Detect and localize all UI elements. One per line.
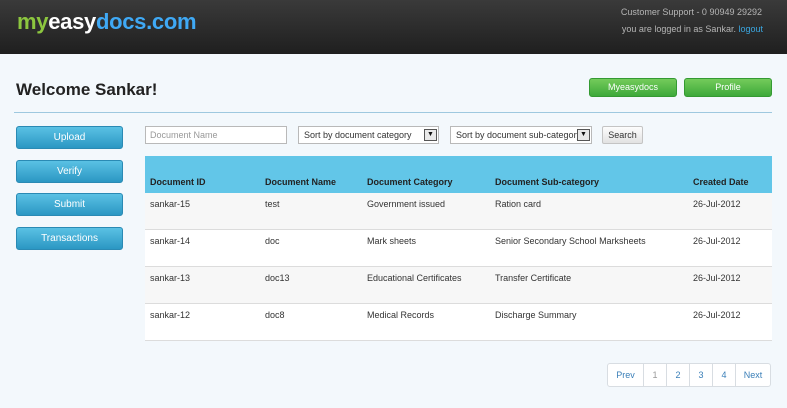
table-row[interactable]: sankar-15 test Government issued Ration …: [145, 193, 772, 230]
pagination-page-1[interactable]: 1: [643, 364, 666, 386]
column-header: Document Name: [265, 177, 337, 187]
cell-document-subcategory: Ration card: [495, 199, 542, 209]
logout-link[interactable]: logout: [738, 24, 763, 34]
logo-part-my: my: [17, 9, 49, 34]
column-header: Created Date: [693, 177, 749, 187]
site-logo[interactable]: myeasydocs.com: [17, 9, 197, 35]
customer-support-text: Customer Support - 0 90949 29292: [620, 7, 762, 17]
cell-created-date: 26-Jul-2012: [693, 310, 741, 320]
category-select[interactable]: Sort by document category ▼: [298, 126, 439, 144]
pagination: Prev 1 2 3 4 Next: [607, 363, 771, 387]
cell-document-category: Educational Certificates: [367, 273, 462, 283]
table-row[interactable]: sankar-14 doc Mark sheets Senior Seconda…: [145, 230, 772, 267]
table-row[interactable]: sankar-12 doc8 Medical Records Discharge…: [145, 304, 772, 341]
top-bar: myeasydocs.com Customer Support - 0 9094…: [0, 0, 787, 54]
logged-in-text: you are logged in as Sankar.: [621, 24, 736, 34]
pagination-page-4[interactable]: 4: [712, 364, 735, 386]
cell-document-id: sankar-13: [150, 273, 191, 283]
submit-button[interactable]: Submit: [16, 193, 123, 216]
cell-document-id: sankar-14: [150, 236, 191, 246]
subcategory-select[interactable]: Sort by document sub-category ▼: [450, 126, 592, 144]
table-header: Document ID Document Name Document Categ…: [145, 156, 772, 193]
upload-button[interactable]: Upload: [16, 126, 123, 149]
transactions-button[interactable]: Transactions: [16, 227, 123, 250]
cell-document-id: sankar-12: [150, 310, 191, 320]
cell-document-subcategory: Discharge Summary: [495, 310, 577, 320]
column-header: Document Sub-category: [495, 177, 600, 187]
page-title: Welcome Sankar!: [16, 80, 158, 99]
cell-document-category: Mark sheets: [367, 236, 417, 246]
dropdown-arrow-icon: ▼: [424, 129, 437, 141]
profile-button[interactable]: Profile: [684, 78, 772, 97]
header-divider: [14, 112, 772, 113]
table-body: sankar-15 test Government issued Ration …: [145, 193, 772, 341]
cell-document-name: doc: [265, 236, 280, 246]
pagination-page-3[interactable]: 3: [689, 364, 712, 386]
document-name-field: [145, 126, 287, 144]
cell-document-subcategory: Senior Secondary School Marksheets: [495, 236, 646, 246]
pagination-page-2[interactable]: 2: [666, 364, 689, 386]
myeasydocs-button[interactable]: Myeasydocs: [589, 78, 677, 97]
column-header: Document Category: [367, 177, 453, 187]
document-name-input[interactable]: [146, 127, 286, 143]
cell-created-date: 26-Jul-2012: [693, 199, 741, 209]
subcategory-select-value: Sort by document sub-category: [456, 130, 582, 140]
documents-table: Document ID Document Name Document Categ…: [145, 156, 772, 341]
cell-document-subcategory: Transfer Certificate: [495, 273, 572, 283]
category-select-value: Sort by document category: [304, 130, 412, 140]
dropdown-arrow-icon: ▼: [577, 129, 590, 141]
search-button[interactable]: Search: [602, 126, 643, 144]
pagination-next[interactable]: Next: [735, 364, 770, 386]
cell-document-name: test: [265, 199, 280, 209]
cell-document-id: sankar-15: [150, 199, 191, 209]
cell-created-date: 26-Jul-2012: [693, 236, 741, 246]
pagination-prev[interactable]: Prev: [608, 364, 643, 386]
logo-part-docs: docs.com: [95, 9, 197, 34]
cell-document-name: doc13: [265, 273, 290, 283]
logo-part-easy: easy: [48, 9, 96, 34]
column-header: Document ID: [150, 177, 206, 187]
logged-in-status: you are logged in as Sankar. logout: [622, 24, 763, 34]
cell-document-category: Government issued: [367, 199, 446, 209]
verify-button[interactable]: Verify: [16, 160, 123, 183]
cell-document-name: doc8: [265, 310, 285, 320]
table-row[interactable]: sankar-13 doc13 Educational Certificates…: [145, 267, 772, 304]
cell-document-category: Medical Records: [367, 310, 435, 320]
cell-created-date: 26-Jul-2012: [693, 273, 741, 283]
